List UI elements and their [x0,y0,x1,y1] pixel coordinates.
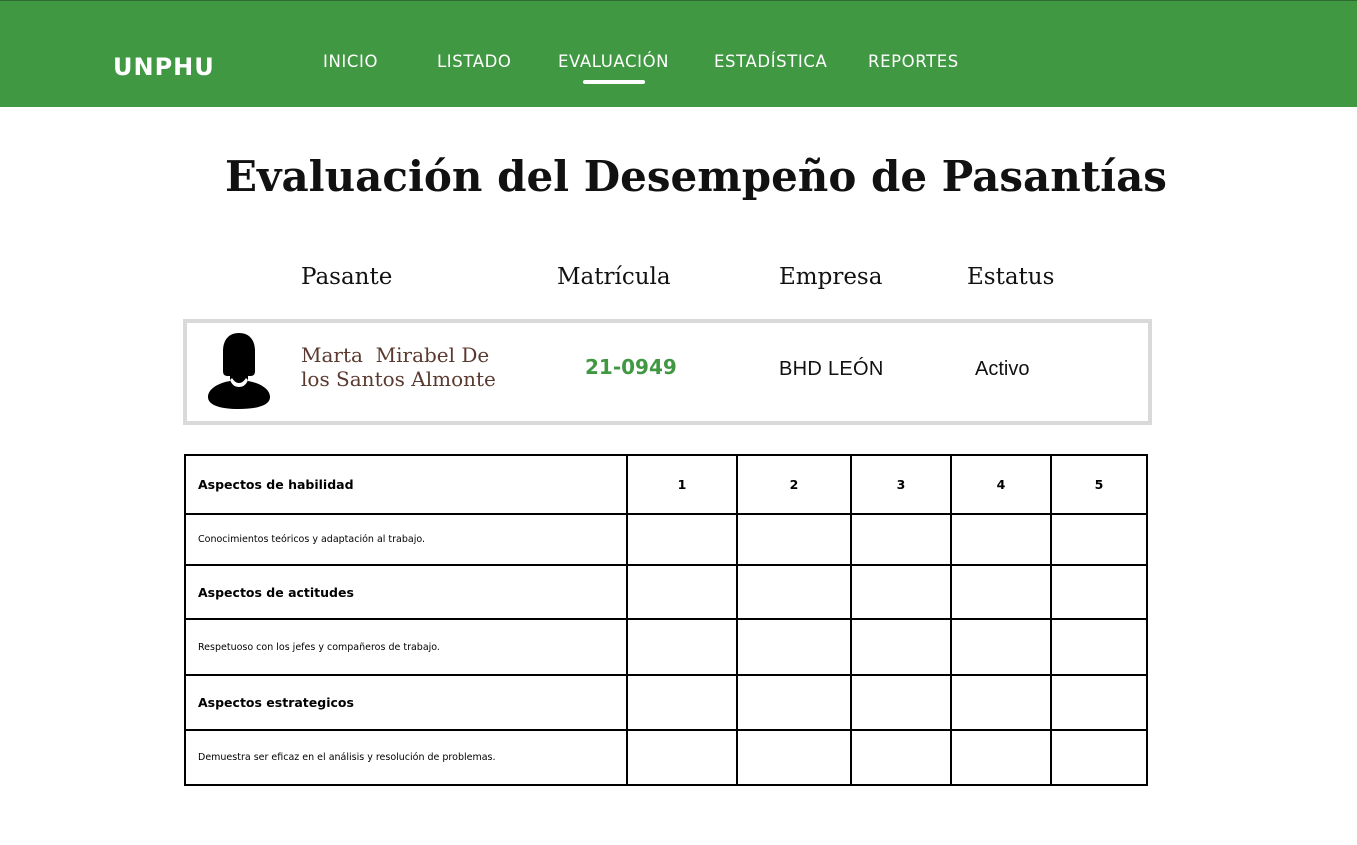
rating-cell-2[interactable] [736,729,852,786]
section-header-cell: Aspectos de habilidad [184,454,628,515]
rating-cell-4[interactable] [950,513,1052,566]
table-row: Demuestra ser eficaz en el análisis y re… [184,729,1148,786]
brand-logo[interactable]: UNPHU [113,53,215,81]
rating-cell-4[interactable] [950,729,1052,786]
column-header-matricula: Matrícula [557,264,671,290]
empty-cell [950,564,1052,620]
nav-item-listado[interactable]: LISTADO [437,52,512,71]
rating-cell-3[interactable] [850,618,952,676]
empty-cell [850,674,952,731]
empty-cell [1050,674,1148,731]
rating-cell-5[interactable] [1050,513,1148,566]
section-header-cell: Aspectos estrategicos [184,674,628,731]
rating-cell-5[interactable] [1050,729,1148,786]
rating-cell-1[interactable] [626,729,738,786]
empty-cell [736,564,852,620]
scale-header-2: 2 [736,454,852,515]
student-id: 21-0949 [585,355,677,379]
rating-cell-2[interactable] [736,513,852,566]
column-header-empresa: Empresa [779,264,883,290]
table-row: Aspectos de habilidad 1 2 3 4 5 [184,454,1148,515]
scale-header-4: 4 [950,454,1052,515]
nav-item-evaluacion[interactable]: EVALUACIÓN [558,52,669,71]
empty-cell [850,564,952,620]
empty-cell [1050,564,1148,620]
table-row: Aspectos estrategicos [184,674,1148,731]
student-company: BHD LEÓN [779,358,884,380]
empty-cell [626,674,738,731]
page-title: Evaluación del Desempeño de Pasantías [225,152,1167,201]
rating-cell-1[interactable] [626,618,738,676]
column-header-estatus: Estatus [967,264,1055,290]
criterion-cell: Conocimientos teóricos y adaptación al t… [184,513,628,566]
empty-cell [626,564,738,620]
rating-cell-5[interactable] [1050,618,1148,676]
student-name-line-1: Marta Mirabel De [301,343,490,367]
active-nav-indicator [583,80,645,84]
empty-cell [950,674,1052,731]
student-name-line-2: los Santos Almonte [301,367,496,391]
rating-cell-3[interactable] [850,729,952,786]
rating-cell-1[interactable] [626,513,738,566]
scale-header-3: 3 [850,454,952,515]
criterion-cell: Respetuoso con los jefes y compañeros de… [184,618,628,676]
student-card: Marta Mirabel De los Santos Almonte 21-0… [183,319,1152,425]
evaluation-table: Aspectos de habilidad 1 2 3 4 5 Conocimi… [184,454,1148,786]
empty-cell [736,674,852,731]
student-name: Marta Mirabel De los Santos Almonte [301,343,531,391]
scale-header-5: 5 [1050,454,1148,515]
nav-item-inicio[interactable]: INICIO [323,52,378,71]
nav-item-reportes[interactable]: REPORTES [868,52,959,71]
rating-cell-4[interactable] [950,618,1052,676]
table-row: Aspectos de actitudes [184,564,1148,620]
table-row: Respetuoso con los jefes y compañeros de… [184,618,1148,676]
top-navbar: UNPHU INICIO LISTADO EVALUACIÓN ESTADÍST… [0,0,1357,107]
column-header-pasante: Pasante [301,264,393,290]
section-header-cell: Aspectos de actitudes [184,564,628,620]
student-status: Activo [975,358,1030,380]
scale-header-1: 1 [626,454,738,515]
person-silhouette-icon [208,333,270,409]
table-row: Conocimientos teóricos y adaptación al t… [184,513,1148,566]
criterion-cell: Demuestra ser eficaz en el análisis y re… [184,729,628,786]
rating-cell-2[interactable] [736,618,852,676]
nav-item-estadistica[interactable]: ESTADÍSTICA [714,52,827,71]
rating-cell-3[interactable] [850,513,952,566]
